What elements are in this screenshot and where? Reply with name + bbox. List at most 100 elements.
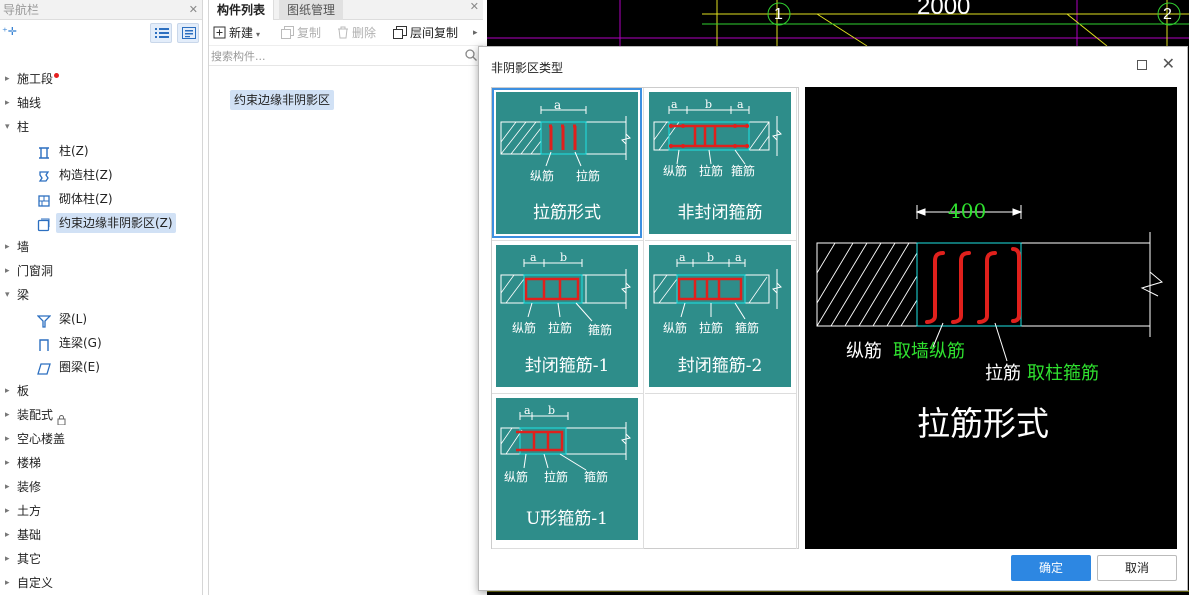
new-button[interactable]: 新建 ▾: [213, 24, 260, 42]
dim-label: a: [524, 404, 531, 417]
nav-tree-item[interactable]: 构造柱(Z): [0, 163, 203, 187]
nav-tree-item[interactable]: 连梁(G): [0, 331, 203, 355]
search-input[interactable]: 搜索构件...: [211, 48, 266, 64]
floor-copy-button[interactable]: 层间复制: [393, 24, 458, 42]
nav-item-label: 门窗洞: [17, 264, 54, 278]
nav-item-label: 其它: [17, 552, 42, 566]
dim-label: b: [548, 404, 556, 417]
chevron-right-icon[interactable]: ▸: [5, 571, 10, 595]
nav-tree-group[interactable]: ▸ 轴线: [0, 91, 203, 115]
tab-component-list[interactable]: 构件列表: [209, 0, 275, 20]
option-label: 箍筋: [735, 321, 760, 335]
option-caption: 非封闭箍筋: [677, 203, 763, 223]
notification-dot: [54, 73, 59, 78]
dim-label: a: [671, 98, 678, 111]
nav-tree-group[interactable]: ▸ 门窗洞: [0, 259, 203, 283]
chevron-right-icon[interactable]: ▸: [5, 403, 10, 427]
nav-tree-group[interactable]: ▸ 施工段: [0, 67, 203, 91]
dim-label: a: [554, 98, 562, 112]
chevron-right-icon[interactable]: ▸: [5, 499, 10, 523]
option-open-stirrup[interactable]: a b a 纵筋 拉筋 箍筋 非封闭箍筋: [645, 88, 797, 241]
dim-label: a: [679, 251, 686, 264]
list-view-button[interactable]: [150, 23, 172, 43]
option-card[interactable]: a 纵筋 拉筋 拉筋形式: [492, 88, 642, 238]
tab-drawing-management[interactable]: 图纸管理: [279, 0, 344, 20]
option-label: 拉筋: [699, 164, 724, 178]
nav-tree-group[interactable]: ▸ 墙: [0, 235, 203, 259]
dialog-close-icon[interactable]: ✕: [1162, 54, 1175, 73]
chevron-down-icon[interactable]: ▾: [5, 283, 10, 307]
nav-tree-item[interactable]: 约束边缘非阴影区(Z): [0, 211, 203, 235]
axis-label-2: 2: [1163, 6, 1172, 23]
nav-tree-group[interactable]: ▸ 土方: [0, 499, 203, 523]
ring-beam-icon: [37, 360, 51, 375]
component-item[interactable]: 约束边缘非阴影区: [230, 90, 335, 110]
option-tie-bar-form[interactable]: a 纵筋 拉筋 拉筋形式: [492, 88, 644, 241]
nav-tree-group[interactable]: ▸ 装修: [0, 475, 203, 499]
masonry-column-icon: [37, 192, 51, 207]
nav-tree-group[interactable]: ▸ 自定义: [0, 571, 203, 595]
option-closed-stirrup-2[interactable]: a b a 纵筋 拉筋 箍筋 封闭箍筋-2: [645, 241, 797, 394]
dim-label: b: [705, 98, 713, 111]
close-icon[interactable]: ✕: [189, 0, 198, 20]
component-search[interactable]: 搜索构件...: [209, 46, 483, 66]
chevron-right-icon[interactable]: ▸: [5, 91, 10, 115]
nav-tree-item[interactable]: 圈梁(E): [0, 355, 203, 379]
nav-tree-item[interactable]: 梁(L): [0, 307, 203, 331]
option-label: 拉筋: [544, 470, 569, 484]
nav-tree-item[interactable]: 砌体柱(Z): [0, 187, 203, 211]
more-icon[interactable]: ▸: [473, 24, 478, 42]
nav-tree-group[interactable]: ▸ 空心楼盖: [0, 427, 203, 451]
chevron-right-icon[interactable]: ▸: [5, 523, 10, 547]
option-card[interactable]: a b 纵筋 拉筋 箍筋 U形箍筋-1: [496, 398, 638, 540]
chevron-right-icon[interactable]: ▸: [5, 259, 10, 283]
nav-tree-group[interactable]: ▸ 楼梯: [0, 451, 203, 475]
option-label: 箍筋: [584, 470, 609, 484]
preview-label-tie-value: 取柱箍筋: [1027, 363, 1099, 384]
nav-tree-group[interactable]: ▸ 装配式: [0, 403, 203, 427]
chevron-down-icon[interactable]: ▾: [5, 115, 10, 139]
floor-copy-icon: [393, 26, 407, 39]
nav-item-label: 墙: [17, 240, 30, 254]
nav-tree-item[interactable]: 柱(Z): [0, 139, 203, 163]
option-card[interactable]: a b a 纵筋 拉筋 箍筋 封闭箍筋-2: [649, 245, 791, 387]
nav-item-label: 连梁(G): [59, 336, 102, 350]
nav-tree-group[interactable]: ▸ 其它: [0, 547, 203, 571]
option-closed-stirrup-1[interactable]: a b 纵筋 拉筋 箍筋 封闭箍筋-1: [492, 241, 644, 394]
nav-title-label: 导航栏: [3, 3, 40, 17]
close-icon[interactable]: ✕: [470, 0, 479, 13]
nav-tree-group[interactable]: ▾ 梁: [0, 283, 203, 307]
navigation-panel: 导航栏 ✕ ⁺✛ ▸ 施工段 ▸ 轴线 ▾ 柱柱(Z) 构造柱(Z) 砌体柱(Z) 约束边缘非阴…: [0, 0, 203, 595]
chevron-right-icon[interactable]: ▸: [5, 235, 10, 259]
nav-tree-group[interactable]: ▾ 柱: [0, 115, 203, 139]
chevron-right-icon[interactable]: ▸: [5, 547, 10, 571]
construct-column-icon: [37, 168, 51, 182]
option-caption: 封闭箍筋-1: [524, 356, 610, 376]
option-u-stirrup-1[interactable]: a b 纵筋 拉筋 箍筋 U形箍筋-1: [492, 394, 644, 549]
chevron-right-icon[interactable]: ▸: [5, 475, 10, 499]
axis-label-1: 1: [774, 6, 783, 23]
nav-item-label: 基础: [17, 528, 42, 542]
option-label: 拉筋: [576, 169, 601, 183]
detail-view-button[interactable]: [177, 23, 199, 43]
option-label: 纵筋: [663, 164, 688, 178]
add-icon[interactable]: ⁺✛: [2, 25, 17, 38]
option-card[interactable]: a b 纵筋 拉筋 箍筋 封闭箍筋-1: [496, 245, 638, 387]
nav-tree-group[interactable]: ▸ 基础: [0, 523, 203, 547]
nav-item-label: 砌体柱(Z): [59, 192, 113, 206]
cancel-button[interactable]: 取消: [1097, 555, 1177, 581]
maximize-icon[interactable]: [1137, 60, 1147, 70]
copy-button[interactable]: 复制: [281, 24, 321, 42]
nav-toolbar: ⁺✛: [0, 20, 202, 46]
confirm-button[interactable]: 确定: [1011, 555, 1091, 581]
type-option-grid: a 纵筋 拉筋 拉筋形式 a b a 纵筋 拉筋 箍筋 非封闭箍筋 a b 纵筋…: [491, 87, 799, 549]
link-beam-icon: [37, 336, 51, 351]
nav-tree-group[interactable]: ▸ 板: [0, 379, 203, 403]
chevron-right-icon[interactable]: ▸: [5, 67, 10, 91]
component-list-panel: 构件列表 图纸管理 ✕ 新建 ▾ 复制 删除 层间复制 ▸ 搜索构件... 约束边…: [208, 0, 483, 595]
delete-button[interactable]: 删除: [337, 24, 376, 42]
chevron-right-icon[interactable]: ▸: [5, 427, 10, 451]
chevron-right-icon[interactable]: ▸: [5, 379, 10, 403]
option-card[interactable]: a b a 纵筋 拉筋 箍筋 非封闭箍筋: [649, 92, 791, 234]
chevron-right-icon[interactable]: ▸: [5, 451, 10, 475]
